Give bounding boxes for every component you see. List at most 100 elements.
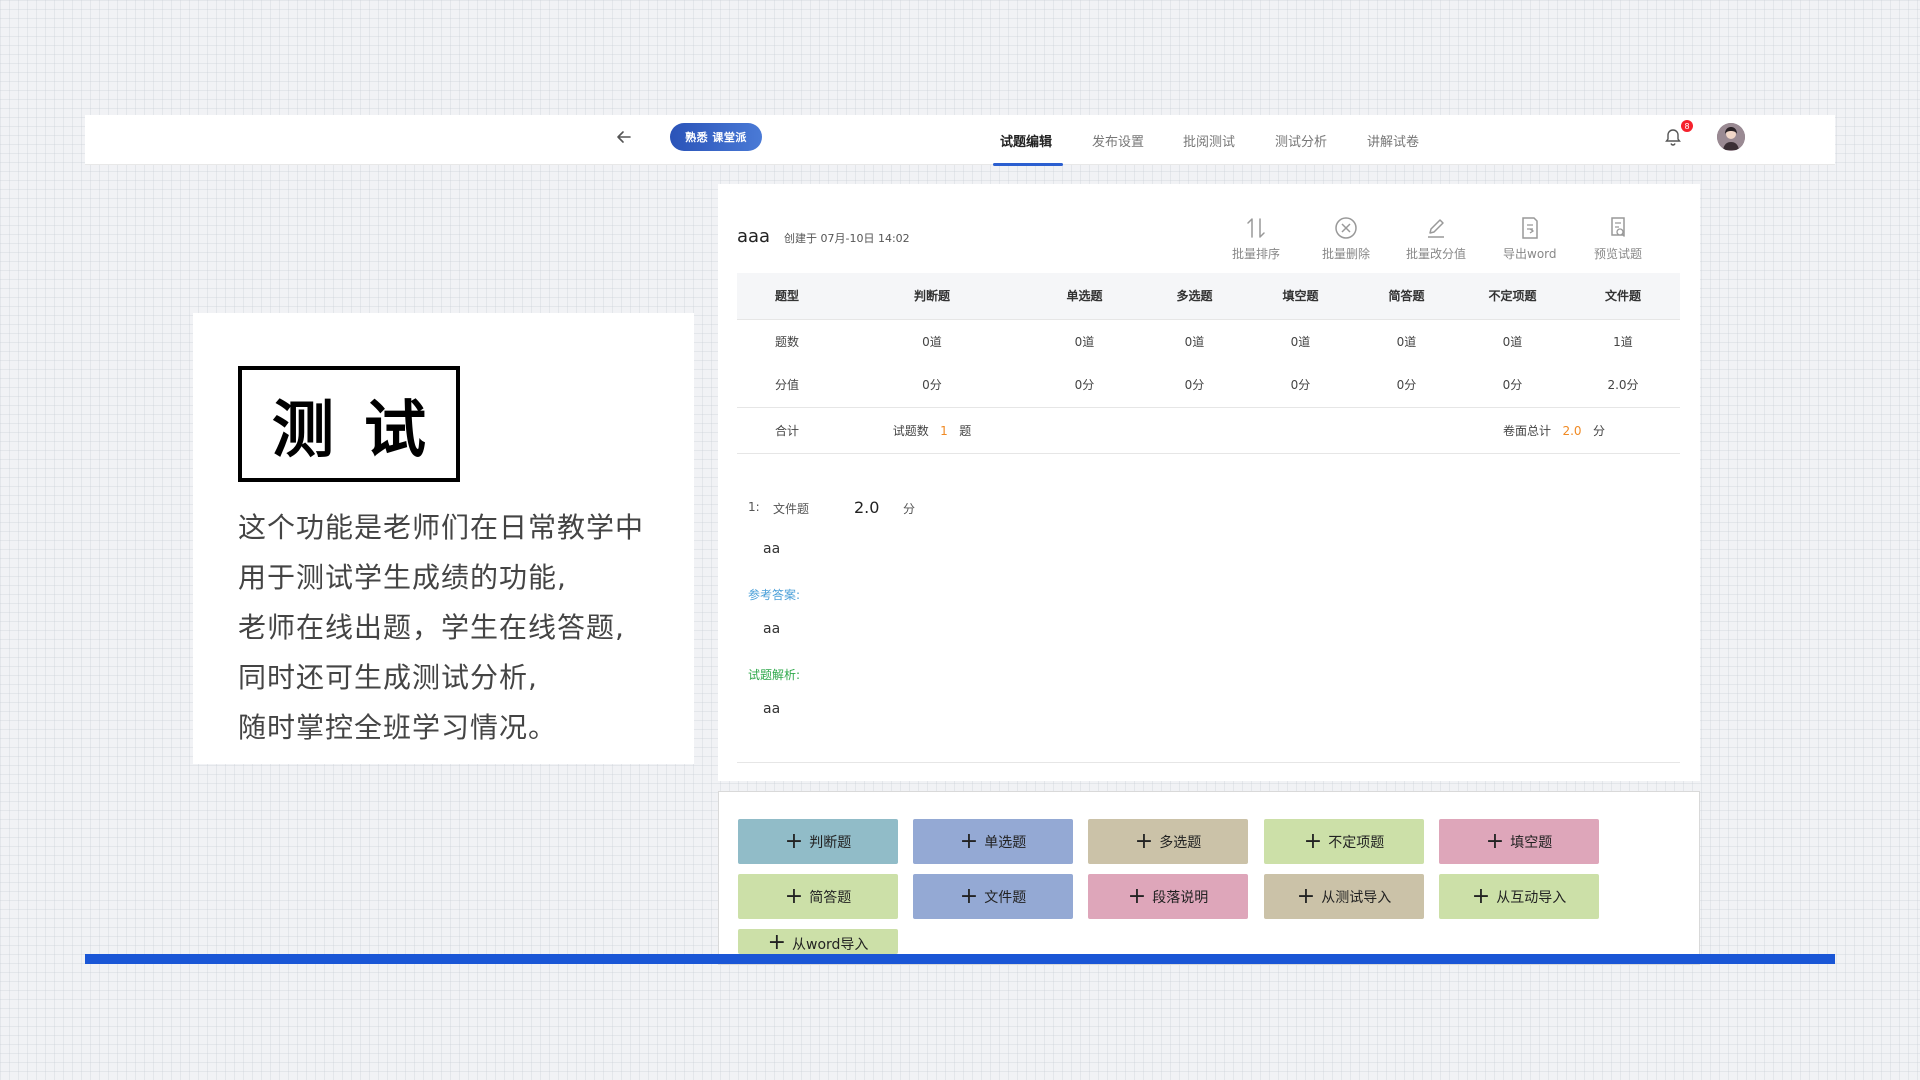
description-line: 随时掌控全班学习情况。 <box>238 711 558 744</box>
preview-icon <box>1611 217 1625 237</box>
import-from-word-button[interactable]: + 从word导入 <box>738 929 898 954</box>
batch-delete-label: 批量删除 <box>1322 247 1371 261</box>
add-paragraph-button[interactable]: + 段落说明 <box>1088 874 1248 919</box>
question-stem: aa <box>763 541 781 557</box>
question-score[interactable]: 2.0 <box>854 498 879 517</box>
description-line: 这个功能是老师们在日常教学中 <box>238 511 645 544</box>
active-tab-indicator <box>993 163 1063 166</box>
button-label: 从测试导入 <box>1321 889 1392 906</box>
total-count-value: 1 <box>940 423 948 438</box>
notification-badge: 8 <box>1681 120 1693 132</box>
batch-delete-button[interactable]: 批量删除 <box>1322 215 1370 262</box>
table-cell: 0分 <box>1074 378 1095 393</box>
analysis-label: 试题解析: <box>748 668 801 682</box>
answer-text: aa <box>763 621 781 637</box>
button-label: 填空题 <box>1510 834 1553 851</box>
button-label: 从互动导入 <box>1496 889 1567 906</box>
button-label: 从word导入 <box>792 937 869 953</box>
export-icon <box>1522 217 1538 239</box>
tab-grade-test[interactable]: 批阅测试 <box>1183 115 1235 165</box>
table-cell: 0分 <box>1502 378 1523 393</box>
spacer-cell <box>1027 406 1459 454</box>
button-label: 段落说明 <box>1152 889 1209 906</box>
description-line: 老师在线出题，学生在线答题, <box>238 611 625 644</box>
table-cell: 1道 <box>1613 334 1633 349</box>
header-cell: 多选题 <box>1142 273 1247 320</box>
edit-icon <box>1428 219 1444 238</box>
add-multiple-choice-button[interactable]: + 多选题 <box>1088 819 1248 864</box>
add-single-choice-button[interactable]: + 单选题 <box>913 819 1073 864</box>
add-file-question-button[interactable]: + 文件题 <box>913 874 1073 919</box>
total-count-unit: 题 <box>959 423 972 438</box>
tab-question-edit[interactable]: 试题编辑 <box>1000 115 1052 165</box>
analysis-text: aa <box>763 701 781 717</box>
plus-icon: + <box>1296 883 1316 909</box>
table-cell: 0分 <box>1290 378 1311 393</box>
add-fill-blank-button[interactable]: + 填空题 <box>1439 819 1599 864</box>
plus-icon: + <box>767 930 786 954</box>
table-cell: 0道 <box>1502 334 1523 349</box>
total-count-label: 试题数 <box>892 423 929 438</box>
question-type: 文件题 <box>773 502 810 516</box>
batch-sort-button[interactable]: 批量排序 <box>1232 215 1280 262</box>
feature-title-box: 测试 <box>238 366 460 482</box>
app-logo[interactable]: 熟悉 课堂派 <box>670 123 762 151</box>
paper-created-time: 创建于 07月-10日 14:02 <box>784 232 910 245</box>
table-cell: 0道 <box>922 334 942 349</box>
paper-title: aaa <box>737 226 771 247</box>
batch-sort-label: 批量排序 <box>1232 247 1281 261</box>
table-cell: 题数 <box>774 334 799 349</box>
plus-icon: + <box>1127 883 1147 909</box>
import-from-test-button[interactable]: + 从测试导入 <box>1264 874 1424 919</box>
table-header-row: 题型 判断题 单选题 多选题 填空题 简答题 不定项题 文件题 <box>737 273 1680 320</box>
tab-test-analysis[interactable]: 测试分析 <box>1275 115 1327 165</box>
button-label: 判断题 <box>809 834 852 851</box>
tab-explain-paper[interactable]: 讲解试卷 <box>1367 115 1419 165</box>
table-cell: 0分 <box>922 378 942 393</box>
table-cell: 分值 <box>774 378 799 393</box>
table-cell: 0道 <box>1290 334 1311 349</box>
table-cell: 0道 <box>1184 334 1205 349</box>
batch-edit-score-button[interactable]: 批量改分值 <box>1406 215 1466 262</box>
button-label: 文件题 <box>984 889 1027 906</box>
header-cell: 简答题 <box>1354 273 1459 320</box>
add-indefinite-choice-button[interactable]: + 不定项题 <box>1264 819 1424 864</box>
total-score-value: 2.0 <box>1562 423 1582 438</box>
plus-icon: + <box>784 883 804 909</box>
question-summary-table: 题型 判断题 单选题 多选题 填空题 简答题 不定项题 文件题 题数 0道 0道… <box>737 273 1680 454</box>
add-short-answer-button[interactable]: + 简答题 <box>738 874 898 919</box>
button-label: 简答题 <box>809 889 852 906</box>
question-score-unit: 分 <box>903 502 916 516</box>
description-line: 用于测试学生成绩的功能, <box>238 561 567 594</box>
header-cell: 填空题 <box>1247 273 1354 320</box>
tab-publish-settings[interactable]: 发布设置 <box>1092 115 1144 165</box>
header-cell: 判断题 <box>837 273 1027 320</box>
preview-questions-button[interactable]: 预览试题 <box>1594 215 1642 262</box>
export-word-label: 导出word <box>1503 247 1557 261</box>
import-from-interaction-button[interactable]: + 从互动导入 <box>1439 874 1599 919</box>
avatar[interactable] <box>1717 123 1745 151</box>
header-cell: 不定项题 <box>1459 273 1566 320</box>
delete-icon <box>1335 217 1357 239</box>
header-cell: 题型 <box>737 273 837 320</box>
export-word-button[interactable]: 导出word <box>1503 215 1557 262</box>
description-line: 同时还可生成测试分析, <box>238 661 538 694</box>
button-label: 单选题 <box>984 834 1027 851</box>
header-cell: 文件题 <box>1566 273 1680 320</box>
button-label: 不定项题 <box>1328 834 1385 851</box>
plus-icon: + <box>1134 828 1154 854</box>
total-score-label: 卷面总计 <box>1503 423 1552 438</box>
plus-icon: + <box>784 828 804 854</box>
add-true-false-button[interactable]: + 判断题 <box>738 819 898 864</box>
bell-icon[interactable] <box>1663 127 1683 147</box>
arrow-left-icon[interactable] <box>614 127 634 147</box>
plus-icon: + <box>1303 828 1323 854</box>
plus-icon: + <box>1471 883 1491 909</box>
top-bar <box>85 115 1835 165</box>
total-label: 合计 <box>737 406 837 454</box>
plus-icon: + <box>1485 828 1505 854</box>
decorative-bottom-bar <box>85 954 1835 964</box>
button-label: 多选题 <box>1159 834 1202 851</box>
header-cell: 单选题 <box>1027 273 1142 320</box>
sort-icon <box>1247 218 1265 238</box>
